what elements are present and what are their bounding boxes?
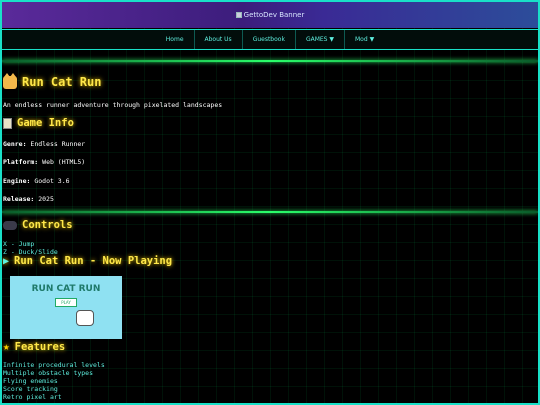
info-release: Release: 2025 bbox=[3, 195, 54, 203]
info-label: Platform: bbox=[3, 158, 39, 166]
cat-icon bbox=[3, 72, 17, 89]
info-value: Endless Runner bbox=[30, 140, 86, 148]
game-play-button[interactable]: PLAY bbox=[55, 298, 77, 307]
features-list: Infinite procedural levels Multiple obst… bbox=[3, 361, 105, 401]
play-icon: ▶ bbox=[3, 255, 10, 267]
info-genre: Genre: Endless Runner bbox=[3, 140, 85, 148]
game-screen-title: RUN CAT RUN bbox=[31, 284, 101, 294]
info-platform: Platform: Web (HTML5) bbox=[3, 158, 85, 166]
game-description: An endless runner adventure through pixe… bbox=[3, 101, 223, 109]
banner-image: GettoDev Banner bbox=[235, 11, 305, 19]
controls-heading: Controls bbox=[3, 219, 73, 231]
site-banner: GettoDev Banner bbox=[2, 2, 538, 28]
feature-item: Score tracking bbox=[3, 385, 58, 393]
info-label: Genre: bbox=[3, 140, 27, 148]
divider bbox=[2, 211, 538, 213]
features-heading-text: Features bbox=[14, 340, 66, 353]
star-icon: ★ bbox=[3, 340, 10, 353]
banner-alt-text: GettoDev Banner bbox=[243, 11, 305, 19]
nav-home[interactable]: Home bbox=[156, 30, 195, 49]
nav-games-dropdown[interactable]: GAMES ▼ bbox=[296, 30, 345, 49]
controls-heading-text: Controls bbox=[22, 219, 73, 231]
broken-image-icon bbox=[235, 12, 242, 18]
nav-guestbook[interactable]: Guestbook bbox=[243, 30, 296, 49]
game-info-heading: Game Info bbox=[3, 117, 74, 129]
control-item: X - Jump bbox=[3, 240, 35, 248]
game-embed[interactable]: RUN CAT RUN PLAY bbox=[10, 276, 122, 339]
info-value: Godot 3.6 bbox=[34, 177, 70, 185]
feature-item: Infinite procedural levels bbox=[3, 361, 105, 369]
feature-item: Multiple obstacle types bbox=[3, 369, 94, 377]
page-title: Run Cat Run bbox=[3, 72, 102, 89]
cat-sprite-icon bbox=[76, 310, 94, 326]
now-playing-heading: ▶ Run Cat Run - Now Playing bbox=[3, 255, 172, 267]
info-value: Web (HTML5) bbox=[42, 158, 86, 166]
info-label: Release: bbox=[3, 195, 35, 203]
page-title-text: Run Cat Run bbox=[22, 75, 102, 89]
game-info-heading-text: Game Info bbox=[17, 117, 74, 129]
feature-item: Retro pixel art bbox=[3, 393, 62, 401]
feature-item: Flying enemies bbox=[3, 377, 58, 385]
info-value: 2025 bbox=[38, 195, 54, 203]
features-heading: ★ Features bbox=[3, 340, 65, 353]
gamepad-icon bbox=[3, 220, 17, 230]
clipboard-icon bbox=[3, 117, 12, 129]
info-label: Engine: bbox=[3, 177, 31, 185]
nav-about-us[interactable]: About Us bbox=[195, 30, 243, 49]
info-engine: Engine: Godot 3.6 bbox=[3, 177, 70, 185]
now-playing-heading-text: Run Cat Run - Now Playing bbox=[14, 255, 173, 267]
nav-mod-dropdown[interactable]: Mod ▼ bbox=[345, 30, 384, 49]
controls-list: X - Jump Z - Duck/Slide bbox=[3, 240, 58, 256]
main-nav: Home About Us Guestbook GAMES ▼ Mod ▼ bbox=[2, 29, 538, 50]
divider bbox=[2, 60, 538, 62]
